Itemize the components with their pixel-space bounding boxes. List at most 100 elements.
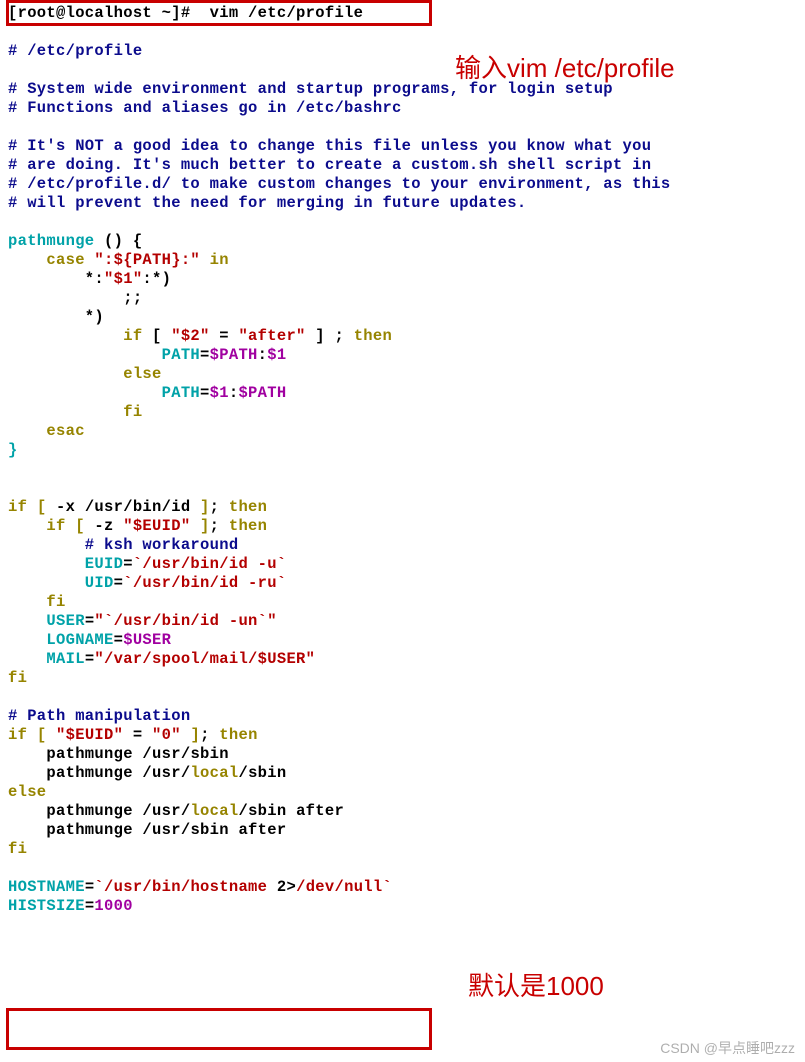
comment-warn-3: # /etc/profile.d/ to make custom changes… bbox=[8, 175, 671, 193]
logname-l: LOGNAME bbox=[8, 631, 114, 649]
if-lb: [ bbox=[152, 327, 171, 345]
case-c1a: *: bbox=[8, 270, 104, 288]
pm-line4d: after bbox=[229, 821, 287, 839]
mail-r: "/var/spool/mail/$USER" bbox=[94, 650, 315, 668]
shell-prompt: [root@localhost ~]# vim /etc/profile bbox=[8, 4, 363, 22]
host-l: HOSTNAME bbox=[8, 878, 85, 896]
pm-lb: [ bbox=[37, 726, 56, 744]
id-if1-semi: ; bbox=[210, 498, 229, 516]
eq1: = bbox=[200, 346, 210, 364]
if-eq: = bbox=[210, 327, 239, 345]
fi-kw: fi bbox=[8, 403, 142, 421]
eq5: = bbox=[85, 612, 95, 630]
id-if1-path: /usr/bin/id bbox=[85, 498, 191, 516]
case-c1q: "$1" bbox=[104, 270, 142, 288]
bottom-highlight-box bbox=[6, 1008, 432, 1050]
pm-line3c: local bbox=[190, 802, 238, 820]
else-kw: else bbox=[8, 365, 162, 383]
pm-line3a: pathmunge bbox=[8, 802, 142, 820]
host-dev: /dev/null bbox=[296, 878, 382, 896]
a2r1: $1 bbox=[210, 384, 229, 402]
pm-line2e: sbin bbox=[248, 764, 286, 782]
pm-semi: ; bbox=[200, 726, 219, 744]
eq6: = bbox=[114, 631, 124, 649]
esac-kw: esac bbox=[8, 422, 85, 440]
pm-line2c: local bbox=[190, 764, 238, 782]
case-in: in bbox=[200, 251, 229, 269]
col2: : bbox=[229, 384, 239, 402]
host-gt: > bbox=[286, 878, 296, 896]
pm-line3d: / bbox=[238, 802, 248, 820]
id-if2-flag: -z bbox=[94, 517, 123, 535]
if-q2: "after" bbox=[238, 327, 305, 345]
if-kw: if bbox=[8, 327, 152, 345]
if-rb: ] bbox=[306, 327, 335, 345]
id-if2-semi: ; bbox=[210, 517, 229, 535]
pm-line1b: /usr/ bbox=[142, 745, 190, 763]
eq2: = bbox=[200, 384, 210, 402]
pm-line3f: after bbox=[286, 802, 344, 820]
id-if1-lb: [ bbox=[37, 498, 56, 516]
a2l: PATH bbox=[8, 384, 200, 402]
pm-else: else bbox=[8, 783, 46, 801]
comment-warn-1: # It's NOT a good idea to change this fi… bbox=[8, 137, 651, 155]
host-bt2: ` bbox=[383, 878, 393, 896]
euid-r: `/usr/bin/id -u` bbox=[133, 555, 287, 573]
pm-rb: ] bbox=[181, 726, 200, 744]
eq9: = bbox=[85, 897, 95, 915]
id-if1-rb: ] bbox=[190, 498, 209, 516]
fi-outer: fi bbox=[8, 669, 27, 687]
pm-line3e: sbin bbox=[248, 802, 286, 820]
a2r2: $PATH bbox=[238, 384, 286, 402]
pm-line4b: /usr/ bbox=[142, 821, 190, 839]
id-if2-kw: if bbox=[46, 517, 75, 535]
uid-r: `/usr/bin/id -ru` bbox=[123, 574, 286, 592]
a1r2: $1 bbox=[267, 346, 286, 364]
then-kw: then bbox=[354, 327, 392, 345]
id-if1-flag: -x bbox=[56, 498, 85, 516]
fn-close: } bbox=[8, 441, 18, 459]
id-if2-lb: [ bbox=[75, 517, 94, 535]
pm-fi: fi bbox=[8, 840, 27, 858]
mail-l: MAIL bbox=[8, 650, 85, 668]
host-path: /usr/bin/hostname bbox=[104, 878, 267, 896]
pm-line1a: pathmunge bbox=[8, 745, 142, 763]
eq8: = bbox=[85, 878, 95, 896]
pm-line2d: / bbox=[238, 764, 248, 782]
id-if2-rb: ] bbox=[190, 517, 209, 535]
fn-open: { bbox=[133, 232, 143, 250]
comment-summary-1: # System wide environment and startup pr… bbox=[8, 80, 613, 98]
pathman-comment: # Path manipulation bbox=[8, 707, 190, 725]
host-sp bbox=[267, 878, 277, 896]
col1: : bbox=[258, 346, 268, 364]
host-bt1: ` bbox=[94, 878, 104, 896]
comment-title: # /etc/profile bbox=[8, 42, 142, 60]
pm-line2a: pathmunge bbox=[8, 764, 142, 782]
pm-q1: "$EUID" bbox=[56, 726, 123, 744]
pm-if-kw: if bbox=[8, 726, 37, 744]
id-if2-q: "$EUID" bbox=[123, 517, 190, 535]
a1r1: $PATH bbox=[210, 346, 258, 364]
if-q1: "$2" bbox=[171, 327, 209, 345]
comment-summary-2: # Functions and aliases go in /etc/bashr… bbox=[8, 99, 402, 117]
ksh-comment: # ksh workaround bbox=[8, 536, 238, 554]
pm-line2b: /usr/ bbox=[142, 764, 190, 782]
pm-line4c: sbin bbox=[190, 821, 228, 839]
uid-l: UID bbox=[8, 574, 114, 592]
terminal-viewport[interactable]: [root@localhost ~]# vim /etc/profile # /… bbox=[0, 0, 805, 920]
case-c2: *) bbox=[8, 308, 104, 326]
if-semi: ; bbox=[334, 327, 353, 345]
id-then1: then bbox=[229, 498, 267, 516]
hist-l: HISTSIZE bbox=[8, 897, 85, 915]
fi-inner: fi bbox=[8, 593, 66, 611]
hist-r: 1000 bbox=[94, 897, 132, 915]
eq3: = bbox=[123, 555, 133, 573]
user-l: USER bbox=[8, 612, 85, 630]
comment-warn-2: # are doing. It's much better to create … bbox=[8, 156, 651, 174]
case-kw: case bbox=[8, 251, 94, 269]
euid-l: EUID bbox=[8, 555, 123, 573]
pm-eq: = bbox=[123, 726, 152, 744]
case-s1: ;; bbox=[8, 289, 142, 307]
case-c1b: :*) bbox=[142, 270, 171, 288]
id-if1-kw: if bbox=[8, 498, 37, 516]
